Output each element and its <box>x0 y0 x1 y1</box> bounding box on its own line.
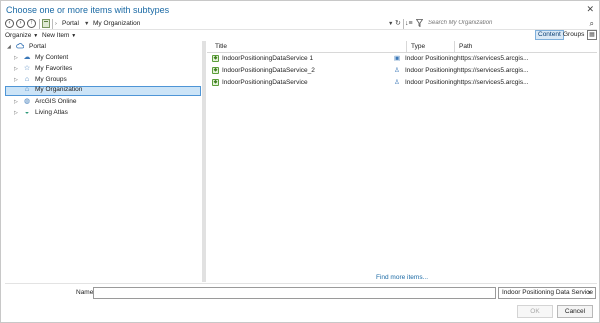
footer-divider <box>5 283 597 284</box>
toolbar-divider <box>403 19 404 29</box>
forward-button[interactable]: › <box>16 19 25 28</box>
list-item[interactable]: ◆ IndoorPositioningDataService 1 ▣ Indoo… <box>207 54 597 64</box>
service-item-icon: ◆ <box>212 79 219 86</box>
chevron-down-icon: ▼ <box>587 290 592 296</box>
item-path: https://services5.arcgis... <box>457 67 529 74</box>
breadcrumb-my-organization[interactable]: My Organization <box>93 19 140 29</box>
back-button[interactable]: ‹ <box>5 19 14 28</box>
expand-arrow-icon[interactable]: ▷ <box>14 108 18 118</box>
item-type-dropdown-value: Indoor Positioning Data Service <box>502 289 594 296</box>
chevron-down-icon[interactable]: ▼ <box>84 19 89 29</box>
service-item-icon: ◆ <box>212 67 219 74</box>
group-icon: ⌂ <box>24 76 30 83</box>
item-type: Indoor Positioning <box>405 55 458 62</box>
star-icon: ☆ <box>23 65 31 72</box>
column-header-title[interactable]: Title <box>211 41 406 52</box>
item-title: IndoorPositioningDataService <box>222 79 308 86</box>
toolbar-divider <box>39 19 40 29</box>
tree-item-my-organization[interactable]: ⌂ My Organization <box>5 86 201 96</box>
tab-groups[interactable]: Groups <box>561 30 586 40</box>
cloud-icon <box>16 42 25 53</box>
item-path: https://services5.arcgis... <box>457 79 529 86</box>
item-type: Indoor Positioning <box>405 67 458 74</box>
search-input[interactable] <box>425 18 597 29</box>
pane-splitter[interactable] <box>202 41 206 282</box>
tree-label: My Organization <box>35 86 83 93</box>
navigation-toolbar: ‹ › ↑ › Portal ▼ My Organization ▼ ↻ ↓≡ … <box>5 18 597 30</box>
new-item-label: New Item <box>42 32 70 39</box>
new-item-menu[interactable]: New Item ▼ <box>42 31 76 41</box>
filter-icon[interactable] <box>415 19 424 31</box>
ok-button[interactable]: OK <box>517 305 553 318</box>
cloud-icon: ☁ <box>23 54 31 61</box>
close-icon[interactable]: ✕ <box>586 3 594 15</box>
tree-label: My Content <box>35 54 69 61</box>
service-item-icon: ◆ <box>212 55 219 62</box>
tree-label: Living Atlas <box>35 109 68 116</box>
breadcrumb-portal[interactable]: Portal <box>62 19 79 29</box>
item-title: IndoorPositioningDataService_2 <box>222 67 315 74</box>
catalog-tree: ◢ Portal ▷ ☁ My Content ▷ ☆ My Favorites… <box>5 41 201 282</box>
toolbar-divider <box>52 19 53 29</box>
up-button[interactable]: ↑ <box>27 19 36 28</box>
tree-item-my-content[interactable]: ▷ ☁ My Content <box>5 53 201 63</box>
crumb-chevron-icon[interactable]: › <box>55 19 57 29</box>
dialog-title: Choose one or more items with subtypes <box>6 5 170 15</box>
column-header-type[interactable]: Type <box>406 41 454 52</box>
tree-item-arcgis-online[interactable]: ▷ ◍ ArcGIS Online <box>5 97 201 107</box>
tree-item-portal[interactable]: ◢ Portal <box>5 42 201 52</box>
tab-content[interactable]: Content <box>535 30 564 40</box>
name-label: Name <box>76 289 94 296</box>
item-type: Indoor Positioning <box>405 79 458 86</box>
tree-label: ArcGIS Online <box>35 98 77 105</box>
sort-icon[interactable]: ↓≡ <box>405 19 413 29</box>
column-header-path[interactable]: Path <box>454 41 597 52</box>
content-list: Title Type Path ◆ IndoorPositioningDataS… <box>207 41 597 282</box>
dialog-window: Choose one or more items with subtypes ✕… <box>0 0 600 323</box>
breadcrumb-dropdown-icon[interactable]: ▼ <box>388 19 393 29</box>
tree-item-living-atlas[interactable]: ▷ ◒ Living Atlas <box>5 108 201 118</box>
tree-item-my-favorites[interactable]: ▷ ☆ My Favorites <box>5 64 201 74</box>
tree-item-my-groups[interactable]: ▷ ⌂ My Groups <box>5 75 201 85</box>
item-title: IndoorPositioningDataService 1 <box>222 55 314 62</box>
indoor-positioning-icon: ♙ <box>394 79 400 86</box>
organization-icon: ⌂ <box>24 86 30 93</box>
view-options-icon[interactable]: ▦ <box>587 30 597 40</box>
chevron-down-icon: ▼ <box>33 33 39 39</box>
indoor-positioning-icon: ♙ <box>394 67 400 74</box>
list-item[interactable]: ◆ IndoorPositioningDataService ♙ Indoor … <box>207 78 597 88</box>
expand-arrow-icon[interactable]: ▷ <box>14 75 18 85</box>
item-path: https://services5.arcgis... <box>457 55 529 62</box>
find-more-link[interactable]: Find more items... <box>207 274 597 281</box>
organize-menu[interactable]: Organize ▼ <box>5 31 38 41</box>
expand-arrow-icon[interactable]: ▷ <box>14 97 18 107</box>
chevron-down-icon: ▼ <box>71 33 77 39</box>
item-type-dropdown[interactable]: Indoor Positioning Data Service ▼ <box>498 287 596 299</box>
atlas-icon: ◒ <box>24 109 30 116</box>
organize-label: Organize <box>5 32 32 39</box>
cancel-button[interactable]: Cancel <box>557 305 593 318</box>
secondary-toolbar: Organize ▼ New Item ▼ Content Groups ▦ <box>5 30 597 41</box>
name-field[interactable] <box>93 287 496 299</box>
tree-label: Portal <box>29 43 46 50</box>
collapse-arrow-icon[interactable]: ◢ <box>7 42 11 52</box>
expand-arrow-icon[interactable]: ▷ <box>14 64 18 74</box>
refresh-icon[interactable]: ↻ <box>395 19 401 29</box>
expand-arrow-icon[interactable]: ▷ <box>14 53 18 63</box>
list-item[interactable]: ◆ IndoorPositioningDataService_2 ♙ Indoo… <box>207 66 597 76</box>
globe-icon: ◍ <box>23 98 31 105</box>
tree-label: My Groups <box>35 76 67 83</box>
indoor-positioning-icon: ▣ <box>394 55 401 62</box>
header-divider <box>207 52 597 53</box>
title-bar: Choose one or more items with subtypes ✕ <box>1 1 599 17</box>
search-icon[interactable]: ⌕ <box>590 18 594 29</box>
tree-label: My Favorites <box>35 65 73 72</box>
